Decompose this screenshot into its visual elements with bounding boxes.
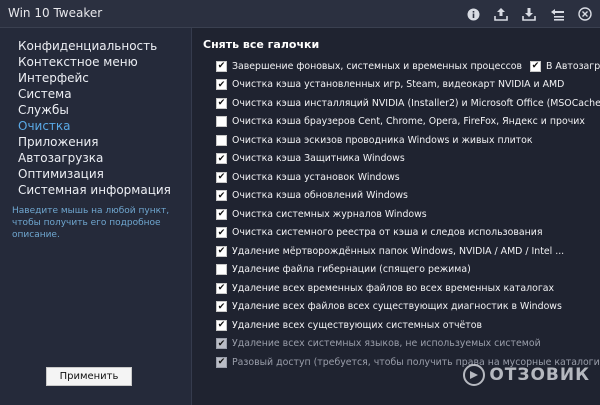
option-checkbox[interactable]: ✔ [216, 282, 227, 294]
option-checkbox[interactable]: ✔ [216, 319, 227, 331]
sidebar: Конфиденциальность Контекстное меню Интерф… [0, 28, 192, 405]
option-checkbox[interactable]: ✔ [216, 153, 227, 165]
close-icon[interactable] [576, 5, 594, 23]
info-icon[interactable] [464, 5, 482, 23]
sidebar-nav: Конфиденциальность Контекстное меню Интерф… [18, 38, 171, 198]
sidebar-item[interactable]: Очистка [18, 118, 171, 134]
toolbar [464, 5, 594, 23]
undo-settings-icon[interactable] [548, 5, 566, 23]
sidebar-item[interactable]: Контекстное меню [18, 54, 171, 70]
cleanup-option-row[interactable]: ✔ Удаление мёртворождённых папок Windows,… [216, 242, 596, 261]
cleanup-option-row[interactable]: ✔ Завершение фоновых, системных и временн… [216, 57, 600, 76]
option-label: Удаление файла гибернации (спящего режим… [232, 264, 471, 276]
option-checkbox[interactable]: ✔ [216, 301, 227, 313]
option-checkbox[interactable]: ✔ [216, 171, 227, 183]
cleanup-option-row[interactable]: ✔ Удаление всех системных языков, не испо… [216, 335, 596, 354]
sidebar-item[interactable]: Системная информация [18, 182, 171, 198]
cleanup-option-row[interactable]: ✔ Удаление всех временных файлов во всех … [216, 279, 596, 298]
download-icon[interactable] [520, 5, 538, 23]
cleanup-panel: Снять все галочки ✔ Завершение фоновых, с… [193, 28, 600, 405]
apply-button[interactable]: Применить [46, 367, 132, 386]
option-label: Очистка системных журналов Windows [232, 208, 427, 220]
option-label: Очистка кэша браузеров Cent, Chrome, Ope… [232, 116, 585, 128]
option-checkbox[interactable]: ✔ [216, 60, 227, 72]
option-label: Завершение фоновых, системных и временны… [232, 60, 523, 72]
option-checkbox[interactable]: ✔ [216, 356, 227, 368]
cleanup-option-row[interactable]: ✔ Очистка кэша установленных игр, Steam, … [216, 76, 596, 95]
app-title: Win 10 Tweaker [8, 6, 103, 20]
option-label: Очистка кэша эскизов проводника Windows … [232, 134, 533, 146]
option-checkbox[interactable]: ✔ [216, 227, 227, 239]
option-label: Удаление всех временных файлов во всех в… [232, 282, 555, 294]
cleanup-option-row[interactable]: Очистка кэша браузеров Cent, Chrome, Ope… [216, 113, 596, 132]
cleanup-option-row[interactable]: ✔ Очистка кэша обновлений Windows [216, 187, 596, 206]
watermark-text: ОТЗОВИК [489, 365, 590, 385]
sidebar-item[interactable]: Конфиденциальность [18, 38, 171, 54]
option-checkbox[interactable] [216, 116, 227, 128]
sidebar-item[interactable]: Службы [18, 102, 171, 118]
cleanup-option-row[interactable]: ✔ Удаление всех файлов всех существующих … [216, 298, 596, 317]
option-checkbox[interactable]: ✔ [216, 97, 227, 109]
autostart-checkbox[interactable]: ✔ [530, 60, 542, 72]
cleanup-option-row[interactable]: ✔ Очистка системных журналов Windows [216, 205, 596, 224]
option-checkbox[interactable] [216, 264, 227, 276]
title-bar: Win 10 Tweaker [0, 0, 600, 28]
cleanup-options-list: ✔ Завершение фоновых, системных и временн… [216, 57, 600, 372]
option-label: Удаление всех существующих системных отч… [232, 319, 482, 331]
sidebar-item[interactable]: Интерфейс [18, 70, 171, 86]
option-checkbox[interactable]: ✔ [216, 190, 227, 202]
cleanup-option-row[interactable]: ✔ Удаление всех существующих системных от… [216, 316, 596, 335]
sidebar-item[interactable]: Оптимизация [18, 166, 171, 182]
option-label: Удаление всех системных языков, не испол… [232, 338, 541, 350]
option-checkbox[interactable]: ✔ [216, 208, 227, 220]
cleanup-option-row[interactable]: ✔ Очистка кэша установок Windows [216, 168, 596, 187]
option-label: Очистка кэша обновлений Windows [232, 190, 408, 202]
option-label: Очистка кэша установок Windows [232, 171, 400, 183]
option-label: Удаление мёртворождённых папок Windows, … [232, 245, 565, 257]
sidebar-item[interactable]: Приложения [18, 134, 171, 150]
option-label: Очистка кэша Защитника Windows [232, 153, 405, 165]
autostart-option[interactable]: ✔ В Автозагрузку [530, 60, 600, 72]
uncheck-all-link[interactable]: Снять все галочки [203, 38, 319, 51]
cleanup-option-row[interactable]: ✔ Очистка кэша инсталляций NVIDIA (Instal… [216, 94, 600, 113]
option-checkbox[interactable]: ✔ [216, 245, 227, 257]
autostart-label: В Автозагрузку [546, 60, 600, 72]
option-checkbox[interactable]: ✔ [216, 338, 227, 350]
cleanup-option-row[interactable]: Очистка кэша эскизов проводника Windows … [216, 131, 596, 150]
watermark-logo-icon [463, 364, 486, 386]
sidebar-item[interactable]: Система [18, 86, 171, 102]
cleanup-option-row[interactable]: ✔ Очистка кэша Защитника Windows [216, 150, 596, 169]
option-checkbox[interactable] [216, 134, 227, 146]
option-label: Удаление всех файлов всех существующих д… [232, 301, 562, 313]
cleanup-option-row[interactable]: Удаление файла гибернации (спящего режим… [216, 261, 596, 280]
option-label: Очистка кэша инсталляций NVIDIA (Install… [232, 97, 600, 109]
sidebar-hint: Наведите мышь на любой пункт, чтобы полу… [12, 206, 170, 240]
option-checkbox[interactable]: ✔ [216, 79, 227, 91]
cleanup-option-row[interactable]: ✔ Очистка системного реестра от кэша и сл… [216, 224, 596, 243]
upload-icon[interactable] [492, 5, 510, 23]
sidebar-item[interactable]: Автозагрузка [18, 150, 171, 166]
option-label: Очистка системного реестра от кэша и сле… [232, 227, 543, 239]
option-label: Очистка кэша установленных игр, Steam, в… [232, 79, 565, 91]
watermark: ОТЗОВИК [463, 364, 590, 386]
